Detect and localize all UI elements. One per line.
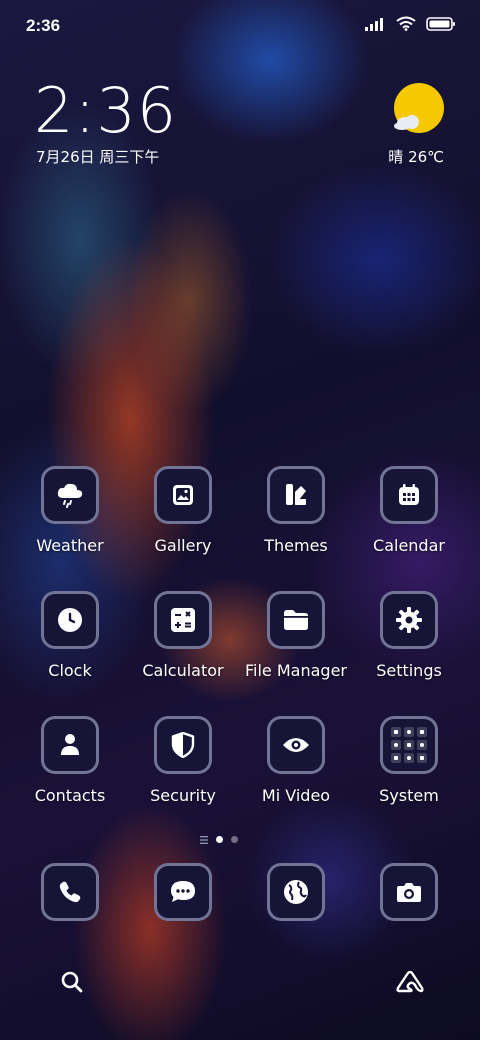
phone-icon[interactable] — [41, 863, 99, 921]
app-clock[interactable]: Clock — [10, 591, 130, 680]
app-label: File Manager — [245, 661, 347, 680]
message-icon[interactable] — [154, 863, 212, 921]
app-themes[interactable]: Themes — [236, 466, 356, 555]
app-calculator[interactable]: Calculator — [123, 591, 243, 680]
app-contacts[interactable]: Contacts — [10, 716, 130, 805]
person-icon[interactable] — [41, 716, 99, 774]
status-bar: 2:36 — [0, 0, 480, 50]
status-icons — [364, 16, 456, 35]
shield-icon[interactable] — [154, 716, 212, 774]
calendar-icon[interactable] — [380, 466, 438, 524]
themes-icon[interactable] — [267, 466, 325, 524]
home-date[interactable]: 7月26日 周三下午 — [36, 146, 159, 167]
app-gallery[interactable]: Gallery — [123, 466, 243, 555]
weather-text[interactable]: 晴 26℃ — [388, 146, 444, 167]
signal-icon — [364, 16, 386, 35]
battery-icon — [426, 16, 456, 35]
assistant-icon[interactable] — [394, 966, 426, 998]
sun-cloud-icon[interactable] — [392, 82, 446, 136]
search-icon[interactable] — [56, 966, 88, 998]
globe-icon[interactable] — [267, 863, 325, 921]
app-label: Security — [150, 786, 216, 805]
app-system-folder[interactable]: System — [349, 716, 469, 805]
calculator-icon[interactable] — [154, 591, 212, 649]
dock-browser[interactable] — [236, 863, 356, 921]
gear-icon[interactable] — [380, 591, 438, 649]
app-security[interactable]: Security — [123, 716, 243, 805]
app-label: Settings — [376, 661, 442, 680]
dock-messages[interactable] — [123, 863, 243, 921]
app-settings[interactable]: Settings — [349, 591, 469, 680]
page-dot — [231, 836, 238, 843]
app-mi-video[interactable]: Mi Video — [236, 716, 356, 805]
dock-camera[interactable] — [349, 863, 469, 921]
app-label: Calculator — [142, 661, 224, 680]
folder-icon[interactable] — [267, 591, 325, 649]
image-icon[interactable] — [154, 466, 212, 524]
app-label: Gallery — [154, 536, 212, 555]
app-file-manager[interactable]: File Manager — [236, 591, 356, 680]
camera-icon[interactable] — [380, 863, 438, 921]
clock-icon[interactable] — [41, 591, 99, 649]
app-label: Themes — [264, 536, 328, 555]
app-weather[interactable]: Weather — [10, 466, 130, 555]
app-label: Calendar — [373, 536, 445, 555]
folder-grid-icon[interactable] — [380, 716, 438, 774]
home-clock[interactable]: 2:36 — [34, 80, 177, 142]
app-label: System — [379, 786, 439, 805]
status-time: 2:36 — [26, 16, 61, 35]
page-indicator[interactable] — [200, 830, 238, 849]
eye-icon[interactable] — [267, 716, 325, 774]
page-menu-icon — [200, 830, 208, 849]
app-label: Clock — [48, 661, 92, 680]
cloud-rain-icon[interactable] — [41, 466, 99, 524]
dock-phone[interactable] — [10, 863, 130, 921]
page-dot-active — [216, 836, 223, 843]
app-label: Contacts — [34, 786, 106, 805]
wifi-icon — [396, 16, 416, 35]
app-label: Weather — [36, 536, 104, 555]
app-calendar[interactable]: Calendar — [349, 466, 469, 555]
app-label: Mi Video — [261, 786, 331, 805]
